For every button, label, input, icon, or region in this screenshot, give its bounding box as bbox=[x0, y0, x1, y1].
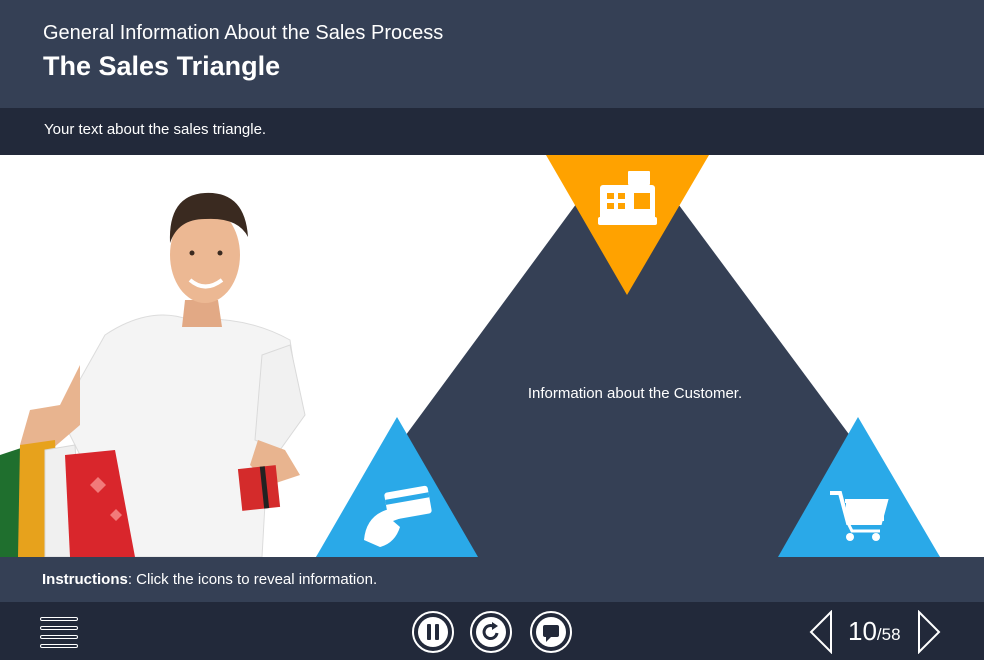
comment-button[interactable] bbox=[530, 611, 572, 653]
comment-icon bbox=[536, 617, 566, 647]
triangle-info-text: Information about the Customer. bbox=[527, 385, 743, 402]
pause-icon bbox=[418, 617, 448, 647]
header-subtitle: General Information About the Sales Proc… bbox=[43, 22, 444, 44]
intro-text: Your text about the sales triangle. bbox=[44, 121, 267, 138]
current-page: 10 bbox=[848, 616, 877, 646]
shopper-photo bbox=[0, 192, 306, 557]
page-title: The Sales Triangle bbox=[43, 51, 281, 81]
content-stage: Information about the Customer. bbox=[0, 155, 984, 557]
instructions-label: Instructions bbox=[42, 571, 128, 588]
replay-button[interactable] bbox=[470, 611, 512, 653]
prev-page-icon[interactable] bbox=[808, 610, 834, 654]
replay-icon bbox=[476, 617, 506, 647]
instructions-text: Instructions: Click the icons to reveal … bbox=[42, 571, 377, 588]
page-counter: 10/58 bbox=[848, 616, 901, 647]
next-page-icon[interactable] bbox=[916, 610, 942, 654]
stage-graphic bbox=[0, 155, 940, 557]
hamburger-menu-icon[interactable] bbox=[40, 615, 78, 649]
header: General Information About the Sales Proc… bbox=[0, 0, 984, 108]
total-pages: /58 bbox=[876, 625, 901, 644]
instructions-bar: Instructions: Click the icons to reveal … bbox=[0, 557, 984, 602]
intro-bar: Your text about the sales triangle. bbox=[0, 108, 984, 155]
player-footer: 10/58 bbox=[0, 602, 984, 660]
instructions-body: Click the icons to reveal information. bbox=[132, 571, 378, 588]
pause-button[interactable] bbox=[412, 611, 454, 653]
